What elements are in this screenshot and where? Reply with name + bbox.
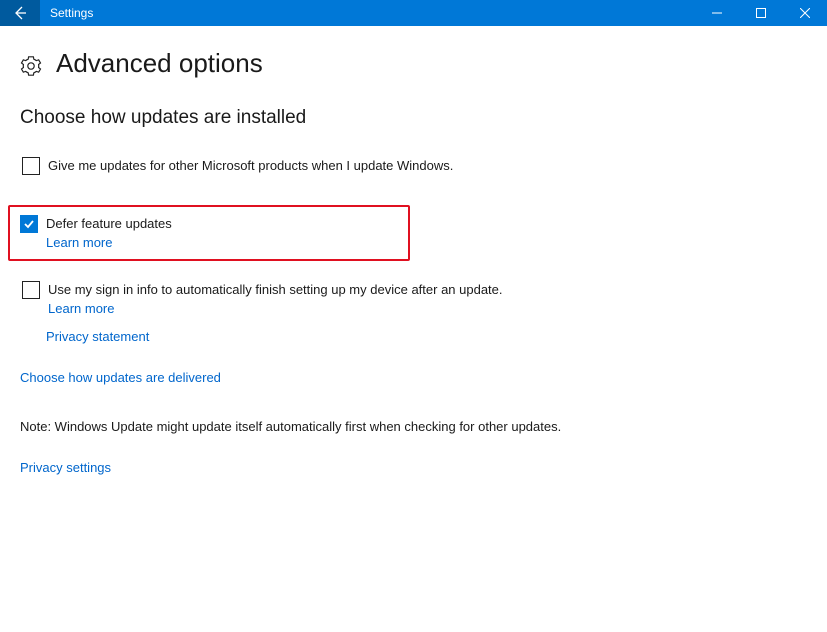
- option-defer-text: Defer feature updates Learn more: [46, 215, 172, 251]
- learn-more-sign-in-link[interactable]: Learn more: [48, 300, 503, 318]
- checkbox-defer[interactable]: [20, 215, 38, 233]
- titlebar: Settings: [0, 0, 827, 26]
- privacy-settings-link[interactable]: Privacy settings: [20, 460, 807, 475]
- option-sign-in: Use my sign in info to automatically fin…: [20, 275, 807, 323]
- close-button[interactable]: [783, 0, 827, 26]
- option-defer-label: Defer feature updates: [46, 216, 172, 231]
- privacy-statement-link[interactable]: Privacy statement: [46, 329, 807, 344]
- checkmark-icon: [23, 218, 35, 230]
- learn-more-defer-link[interactable]: Learn more: [46, 234, 172, 252]
- option-ms-products-label: Give me updates for other Microsoft prod…: [48, 157, 453, 175]
- checkbox-sign-in[interactable]: [22, 281, 40, 299]
- note-text: Note: Windows Update might update itself…: [20, 419, 807, 434]
- option-ms-products: Give me updates for other Microsoft prod…: [20, 151, 807, 181]
- option-defer-highlighted: Defer feature updates Learn more: [8, 205, 410, 261]
- checkbox-ms-products[interactable]: [22, 157, 40, 175]
- section-heading: Choose how updates are installed: [20, 107, 807, 129]
- maximize-button[interactable]: [739, 0, 783, 26]
- window-controls: [695, 0, 827, 26]
- page-title: Advanced options: [56, 48, 263, 79]
- content-area: Advanced options Choose how updates are …: [0, 26, 827, 513]
- window-title: Settings: [40, 6, 695, 20]
- gear-icon: [20, 55, 42, 77]
- choose-delivery-link[interactable]: Choose how updates are delivered: [20, 370, 807, 385]
- back-button[interactable]: [0, 0, 40, 26]
- minimize-button[interactable]: [695, 0, 739, 26]
- close-icon: [800, 8, 810, 18]
- minimize-icon: [712, 8, 722, 18]
- option-sign-in-text: Use my sign in info to automatically fin…: [48, 281, 503, 317]
- page-header: Advanced options: [20, 48, 807, 79]
- maximize-icon: [756, 8, 766, 18]
- option-sign-in-label: Use my sign in info to automatically fin…: [48, 282, 503, 297]
- arrow-left-icon: [12, 5, 28, 21]
